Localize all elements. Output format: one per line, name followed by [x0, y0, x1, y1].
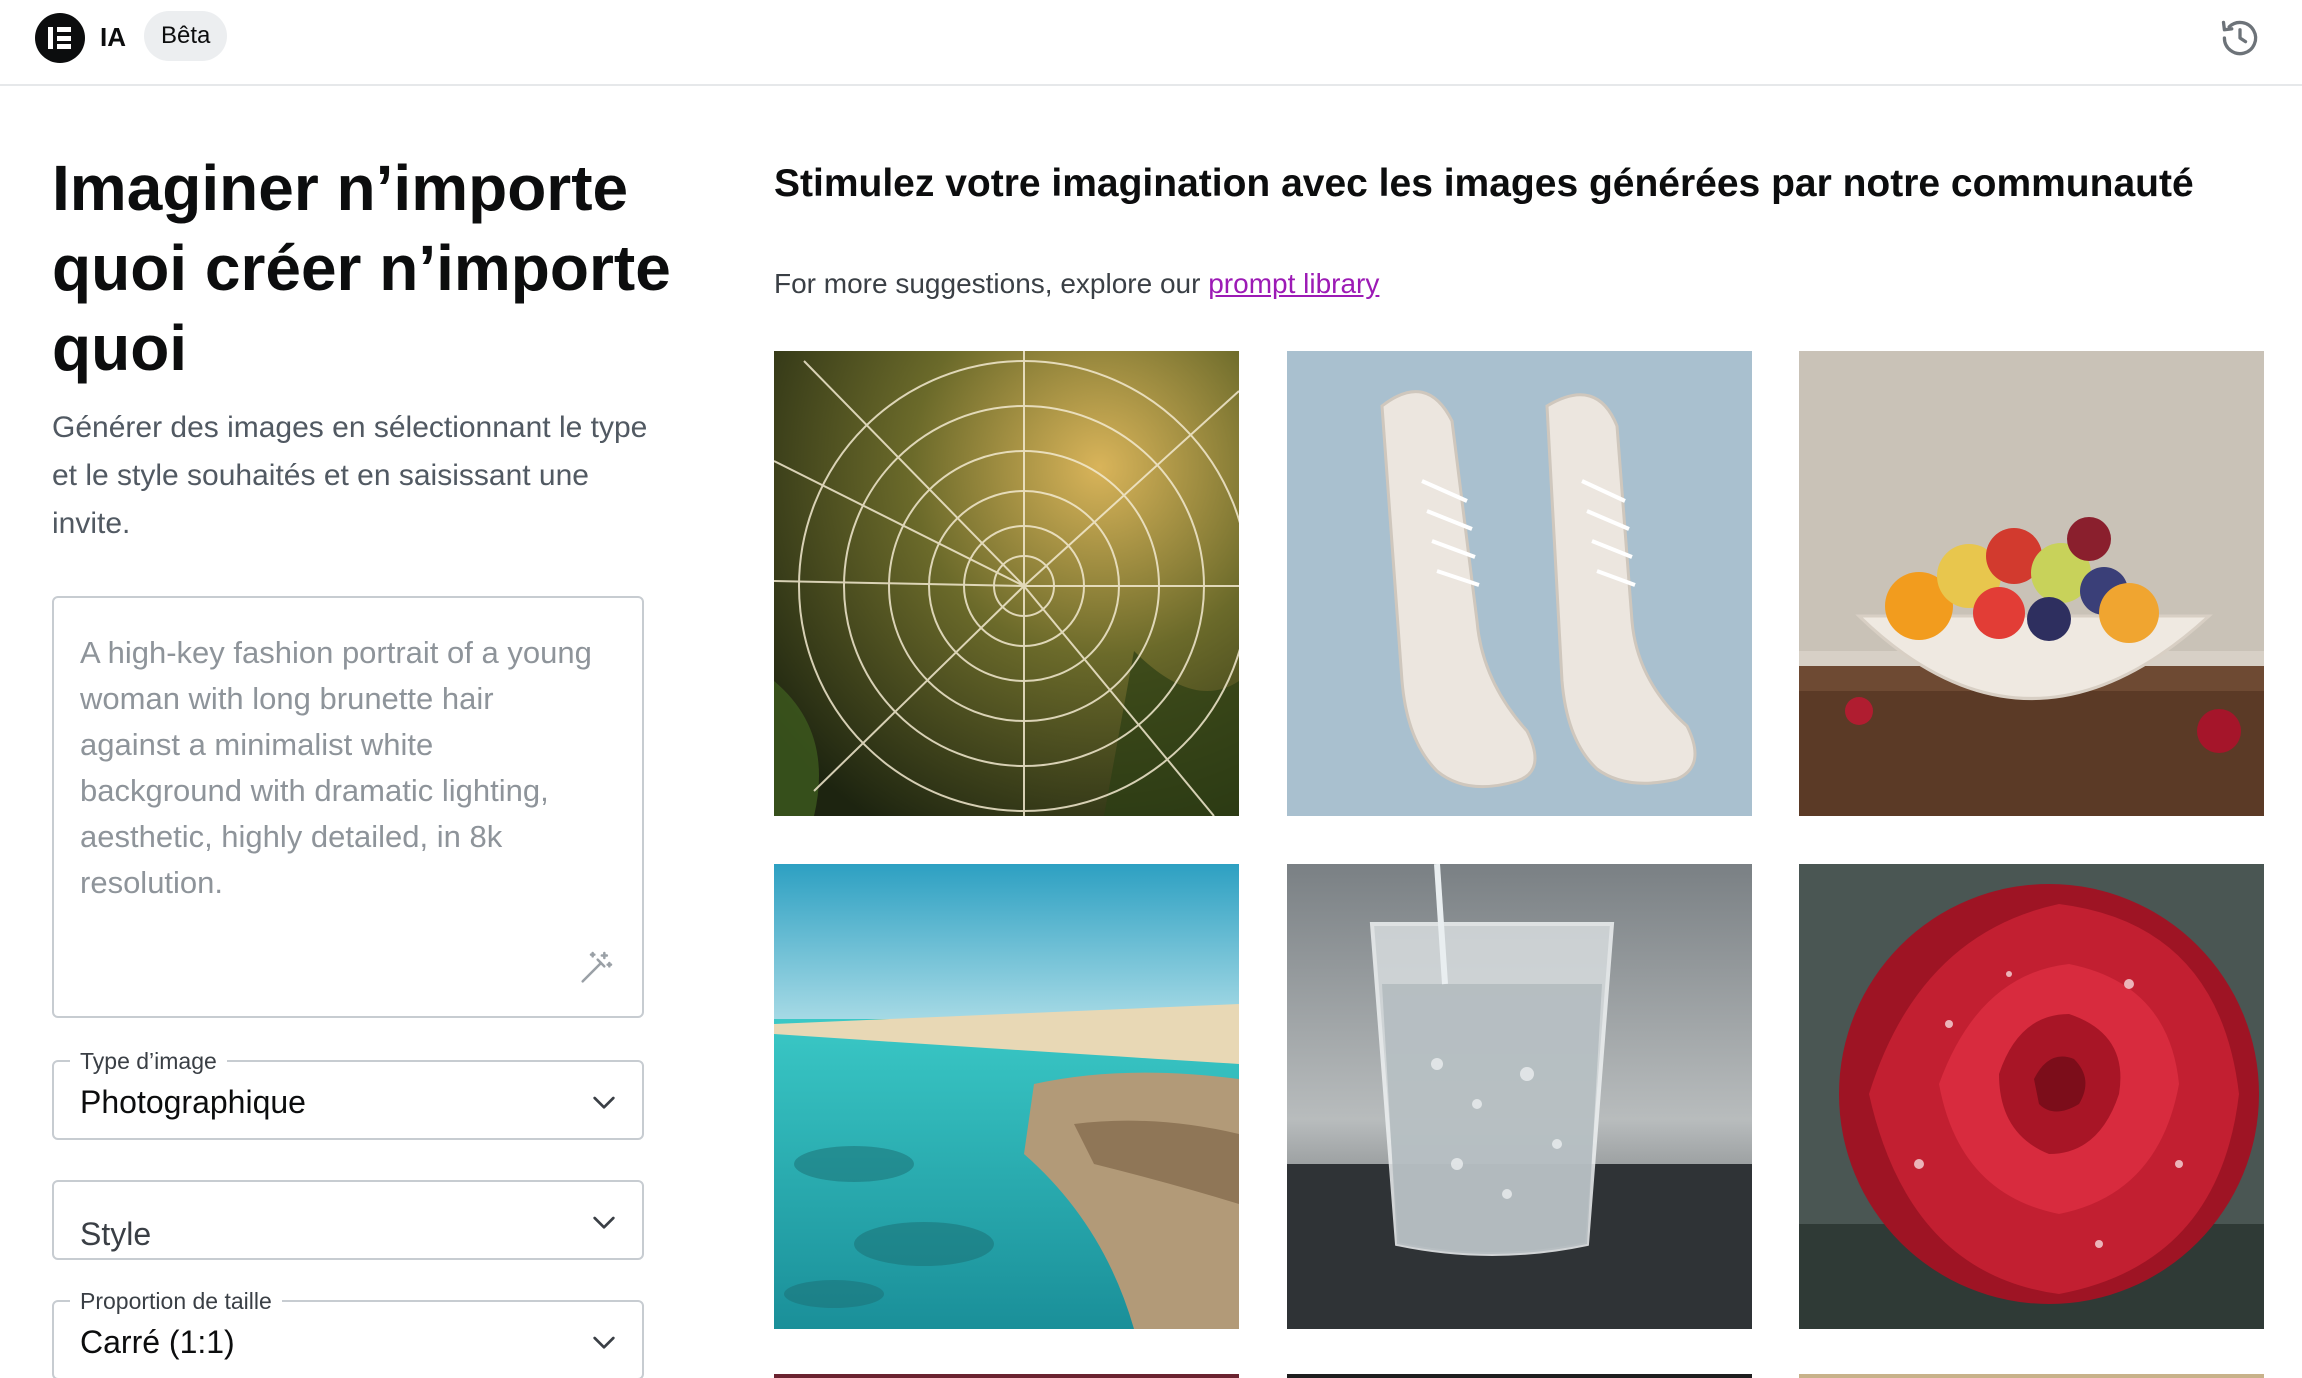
prompt-library-link[interactable]: prompt library — [1208, 268, 1379, 299]
magic-wand-icon[interactable] — [576, 948, 616, 988]
gallery-image-peek — [774, 1374, 1239, 1378]
image-type-label: Type d’image — [70, 1047, 227, 1075]
gallery-image-peek — [1287, 1374, 1752, 1378]
elementor-logo-icon[interactable] — [35, 13, 85, 63]
history-icon[interactable] — [2218, 16, 2262, 60]
aspect-ratio-value: Carré (1:1) — [80, 1324, 235, 1360]
brand-label: IA — [100, 22, 126, 52]
gallery-image-sneakers[interactable] — [1287, 351, 1752, 816]
suggestion-prefix: For more suggestions, explore our — [774, 268, 1209, 299]
page-title: Imaginer n’importe quoi créer n’importe … — [52, 152, 671, 384]
gallery-image-beach[interactable] — [774, 864, 1239, 1329]
chevron-down-icon — [593, 1096, 615, 1109]
gallery-image-peek — [1799, 1374, 2264, 1378]
page-subtitle: Générer des images en sélectionnant le t… — [52, 411, 648, 540]
gallery-image-red-rose[interactable] — [1799, 864, 2264, 1329]
app-page: IA Bêta Imaginer n’importe quoi créer n’… — [0, 0, 2302, 1378]
chevron-down-icon — [593, 1336, 615, 1349]
aspect-ratio-select[interactable]: Proportion de taille Carré (1:1) — [52, 1287, 644, 1378]
beta-badge: Bêta — [144, 11, 228, 61]
aspect-ratio-label: Proportion de taille — [70, 1287, 282, 1315]
image-type-select[interactable]: Type d’image Photographique — [52, 1047, 644, 1140]
chevron-down-icon — [593, 1216, 615, 1229]
gallery-image-glass-water[interactable] — [1287, 864, 1752, 1329]
gallery-title: Stimulez votre imagination avec les imag… — [774, 162, 2194, 205]
top-bar: IA Bêta — [0, 0, 2302, 86]
prompt-placeholder: A high-key fashion portrait of a young w… — [80, 635, 592, 900]
image-type-value: Photographique — [80, 1084, 306, 1120]
gallery-image-spiderweb[interactable] — [774, 351, 1239, 816]
style-placeholder: Style — [80, 1216, 152, 1252]
gallery-image-fruit-bowl[interactable] — [1799, 351, 2264, 816]
suggestion-text: For more suggestions, explore our prompt… — [774, 264, 1379, 304]
style-select[interactable]: Style — [52, 1180, 644, 1260]
prompt-input[interactable]: A high-key fashion portrait of a young w… — [52, 596, 644, 1018]
